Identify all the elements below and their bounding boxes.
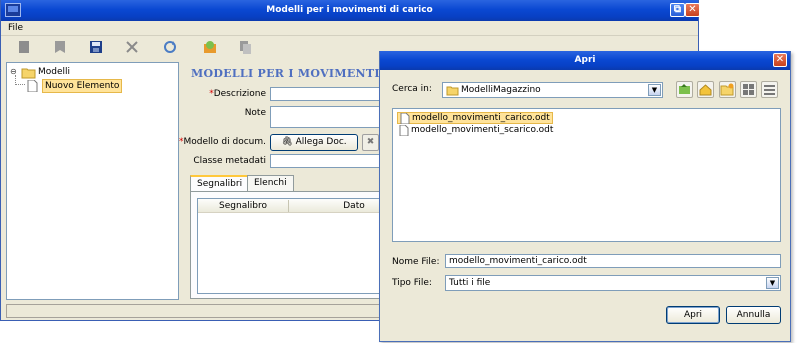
dialog-title-bar: Apri ✕ [380, 51, 790, 70]
folder-icon [446, 85, 459, 99]
details-view-icon[interactable] [761, 81, 778, 98]
open-dialog: Apri ✕ Cerca in: ModelliMagazzino ▼ mode… [379, 51, 791, 342]
allega-doc-button[interactable]: 🖇 Allega Doc. [270, 134, 358, 151]
cerca-combo[interactable]: ModelliMagazzino ▼ [442, 82, 663, 98]
tab-segnalibri[interactable]: Segnalibri [190, 175, 250, 192]
cancel-icon[interactable] [123, 39, 141, 55]
title-bar: Modelli per i movimenti di carico ⧉ ✕ [1, 0, 700, 21]
list-item[interactable]: modello_movimenti_carico.odt [397, 112, 553, 125]
new-folder-icon[interactable] [719, 81, 736, 98]
up-folder-icon[interactable] [676, 81, 693, 98]
document-icon [399, 124, 409, 140]
home-icon[interactable] [697, 81, 714, 98]
refresh-icon[interactable] [161, 39, 179, 55]
delete-bookmark-icon[interactable] [51, 39, 69, 55]
descrizione-field[interactable] [270, 87, 390, 101]
list-item[interactable]: modello_movimenti_scarico.odt [397, 124, 555, 140]
attach-icon: 🖇 [281, 137, 296, 147]
save-icon[interactable] [87, 39, 105, 55]
tipo-file-value: Tutti i file [449, 278, 491, 288]
descrizione-label: *Descrizione [209, 89, 266, 99]
nome-file-input[interactable]: modello_movimenti_carico.odt [445, 254, 781, 268]
bookmarks-table: Segnalibro Dato [197, 198, 387, 294]
bundle-icon[interactable] [201, 39, 219, 55]
tree-root-label[interactable]: Modelli [38, 67, 70, 77]
tree-panel: ⊖ Modelli Nuovo Elemento [6, 62, 179, 300]
cerca-label: Cerca in: [392, 84, 432, 94]
status-bar [6, 304, 381, 318]
dialog-title: Apri [574, 55, 596, 65]
nome-file-label: Nome File: [392, 257, 440, 267]
table-header: Segnalibro Dato [198, 199, 386, 213]
tree-connector [15, 84, 25, 85]
dialog-close-button[interactable]: ✕ [773, 53, 787, 67]
chevron-down-icon[interactable]: ▼ [766, 277, 779, 289]
list-view-icon[interactable] [740, 81, 757, 98]
file-name: modello_movimenti_carico.odt [412, 113, 550, 123]
tree-item-nuovo-elemento[interactable]: Nuovo Elemento [42, 79, 123, 93]
window-title: Modelli per i movimenti di carico [266, 5, 433, 15]
close-button[interactable]: ✕ [685, 3, 700, 17]
cerca-value: ModelliMagazzino [461, 85, 541, 95]
open-button[interactable]: Apri [666, 306, 720, 324]
cancel-button[interactable]: Annulla [726, 306, 781, 324]
classe-field[interactable] [270, 154, 390, 168]
document-icon [27, 79, 38, 95]
menu-file[interactable]: File [8, 23, 23, 33]
modello-label: *Modello di docum. [179, 137, 266, 147]
chevron-down-icon[interactable]: ▼ [648, 84, 661, 96]
tipo-file-combo[interactable]: Tutti i file ▼ [445, 275, 781, 291]
file-name: modello_movimenti_scarico.odt [411, 125, 554, 135]
new-icon[interactable] [15, 39, 33, 55]
tipo-file-label: Tipo File: [392, 278, 432, 288]
classe-label: Classe metadati [193, 156, 266, 166]
tab-panel: Segnalibro Dato [190, 191, 390, 299]
tab-elenchi[interactable]: Elenchi [247, 175, 294, 191]
note-field[interactable] [270, 106, 390, 128]
column-header-segnalibro[interactable]: Segnalibro [198, 201, 288, 211]
note-label: Note [244, 108, 266, 118]
menu-bar: File [1, 21, 698, 36]
file-list: modello_movimenti_carico.odt modello_mov… [392, 108, 781, 242]
restore-button[interactable]: ⧉ [670, 3, 685, 17]
remove-doc-icon[interactable]: ✖ [362, 134, 379, 151]
copy-icon[interactable] [236, 39, 254, 55]
